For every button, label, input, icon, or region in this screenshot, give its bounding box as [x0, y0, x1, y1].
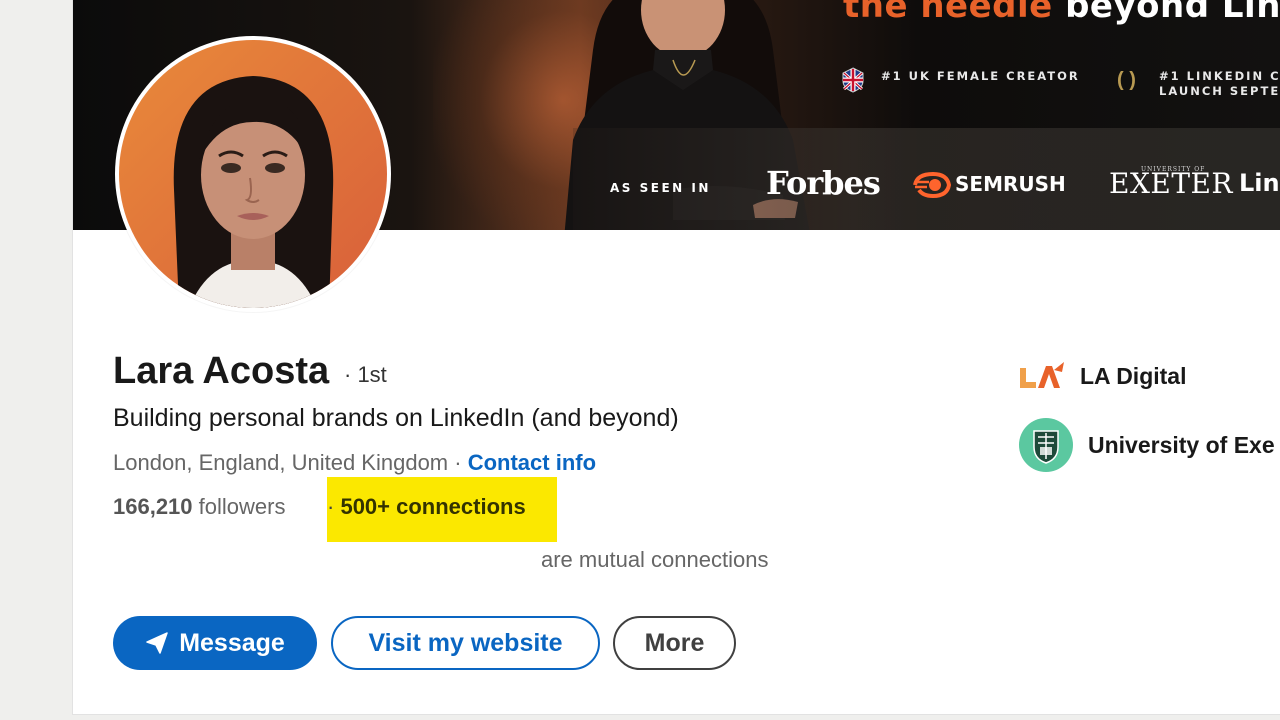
semrush-flame-icon	[913, 172, 951, 198]
contact-info-link[interactable]: Contact info	[468, 450, 596, 475]
banner-headline: the needle beyond Link	[843, 0, 1280, 26]
followers-label: followers	[192, 494, 286, 519]
forbes-logo: Forbes	[766, 164, 881, 202]
visit-website-label: Visit my website	[368, 628, 563, 657]
followers-row[interactable]: 166,210 followers	[113, 494, 285, 520]
connections-separator: ·	[327, 494, 341, 519]
avatar-photo	[119, 40, 387, 308]
tag2-line2: LAUNCH SEPTE	[1159, 84, 1280, 98]
location-separator: ·	[448, 450, 468, 475]
uk-flag-icon	[842, 67, 864, 93]
banner-tag-uk-creator: #1 UK FEMALE CREATOR	[881, 69, 1080, 83]
followers-count: 166,210	[113, 494, 193, 519]
linkedin-logo-partial: Link	[1239, 169, 1280, 197]
send-icon	[145, 631, 169, 655]
exeter-logo: EXETER	[1109, 167, 1234, 200]
laurel-icon: ( )	[1117, 69, 1136, 91]
la-digital-logo-icon	[1020, 362, 1064, 388]
message-button-label: Message	[179, 628, 285, 657]
company-name: LA Digital	[1080, 362, 1187, 389]
profile-name: Lara Acosta	[113, 350, 330, 392]
headline-orange: the needle	[843, 0, 1053, 26]
more-button-label: More	[644, 628, 705, 657]
profile-headline: Building personal brands on LinkedIn (an…	[113, 404, 679, 432]
as-seen-in-label: AS SEEN IN	[610, 181, 711, 195]
tag2-line1: #1 LINKEDIN C	[1159, 69, 1280, 83]
location-row: London, England, United Kingdom · Contac…	[113, 450, 596, 476]
banner-tag-linkedin: #1 LINKEDIN C LAUNCH SEPTE	[1159, 69, 1280, 99]
headline-white: beyond Link	[1065, 0, 1280, 26]
education-school[interactable]: University of Exe	[1018, 416, 1275, 474]
university-crest-icon	[1019, 418, 1073, 472]
semrush-logo: SEMRUSH	[955, 172, 1066, 196]
mutual-connections[interactable]: are mutual connections	[541, 547, 768, 573]
connections-row[interactable]: · 500+ connections	[327, 494, 526, 520]
visit-website-button[interactable]: Visit my website	[331, 616, 600, 670]
connections-count: 500+ connections	[340, 494, 526, 519]
current-company[interactable]: LA Digital	[1018, 356, 1186, 396]
more-button[interactable]: More	[613, 616, 736, 670]
message-button[interactable]: Message	[113, 616, 317, 670]
school-name: University of Exe	[1088, 431, 1275, 458]
connection-degree: · 1st	[344, 362, 387, 387]
profile-avatar[interactable]	[115, 36, 391, 312]
profile-location: London, England, United Kingdom	[113, 450, 449, 475]
